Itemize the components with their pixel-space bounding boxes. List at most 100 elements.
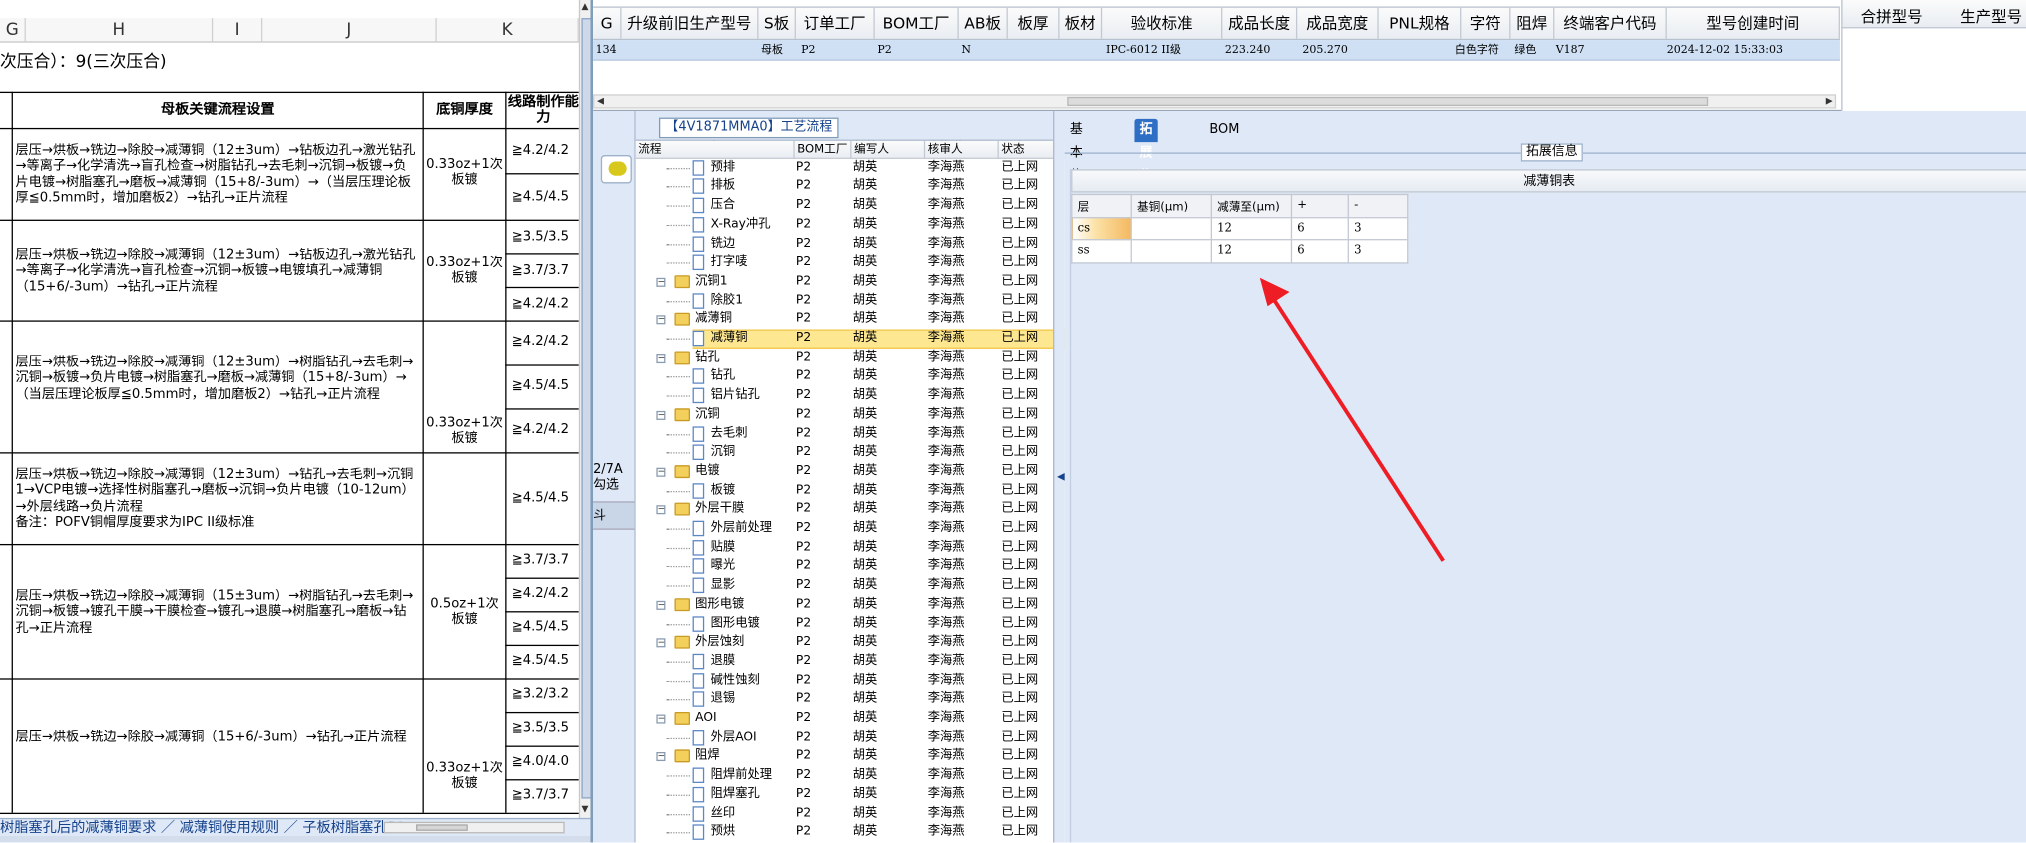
tree-row[interactable]: 压合 P2 胡英 李海燕 已上网 [636,197,1092,216]
base-copper-cell[interactable]: 0.33oz+1次板镀 [424,416,505,448]
grid-cell[interactable]: P2 [801,40,815,61]
table-cell[interactable] [1130,239,1212,263]
table-row[interactable]: cs 12 6 3 [1071,216,1409,241]
tree-row[interactable]: − 阻焊 P2 胡英 李海燕 已上网 [636,747,1092,766]
collapse-toggle-icon[interactable]: − [656,410,666,420]
tree-row[interactable]: 退膜 P2 胡英 李海燕 已上网 [636,652,1092,671]
collapse-toggle-icon[interactable]: − [656,505,666,515]
col-header-base-copper[interactable]: 基铜(μm) [1130,193,1212,218]
capability-cell[interactable]: ≧4.5/4.5 [512,620,583,636]
tree-row[interactable]: 显影 P2 胡英 李海燕 已上网 [636,576,1092,595]
grid-col-header[interactable]: 生产型号 [1960,5,2022,27]
comment-button[interactable] [600,155,632,184]
tree-row[interactable]: − 钻孔 P2 胡英 李海燕 已上网 [636,348,1092,367]
capability-cell[interactable]: ≧4.0/4.0 [512,755,583,771]
column-header-i[interactable]: I [213,18,263,43]
grid-row-selected[interactable]: 134 母板 P2 P2 N IPC-6012 II级 223.240 205.… [593,40,1840,61]
capability-cell[interactable]: ≧4.2/4.2 [512,423,583,439]
scrollbar-thumb[interactable] [1067,96,1709,106]
table-cell[interactable]: 6 [1290,239,1349,263]
tree-row[interactable]: 阻焊前处理 P2 胡英 李海燕 已上网 [636,766,1092,785]
table-cell[interactable]: 6 [1290,216,1349,241]
col-header-layer[interactable]: 层 [1071,193,1132,218]
collapse-toggle-icon[interactable]: − [656,714,666,724]
grid-cell[interactable]: 母板 [761,40,783,61]
capability-cell[interactable]: ≧3.7/3.7 [512,788,583,804]
tree-row[interactable]: 贴膜 P2 胡英 李海燕 已上网 [636,538,1092,557]
collapse-toggle-icon[interactable]: − [656,638,666,648]
tree-row[interactable]: 退锡 P2 胡英 李海燕 已上网 [636,690,1092,709]
col-header-minus[interactable]: - [1347,193,1409,218]
collapse-toggle-icon[interactable]: − [656,752,666,762]
tree-col-header[interactable]: 流程 [636,140,795,159]
base-copper-cell[interactable]: 0.33oz+1次板镀 [424,256,505,288]
tree-row[interactable]: 沉铜 P2 胡英 李海燕 已上网 [636,443,1092,462]
tree-row[interactable]: − 电镀 P2 胡英 李海燕 已上网 [636,462,1092,481]
collapse-toggle-icon[interactable]: − [656,600,666,610]
tree-row[interactable]: X-Ray冲孔 P2 胡英 李海燕 已上网 [636,216,1092,235]
column-header-j[interactable]: J [262,18,437,43]
tab-basic-info[interactable]: 基本信息 [1065,119,1088,207]
grid-cell[interactable]: 223.240 [1225,40,1270,61]
table-cell[interactable] [1130,216,1212,241]
grid-col-header[interactable]: BOM工厂 [875,7,959,39]
tree-col-header[interactable]: 核审人 [925,140,999,159]
flow-cell[interactable]: 层压→烘板→铣边→除胶→减薄铜（12±3um）→钻板边孔→激光钻孔→等离子→化学… [16,248,419,296]
grid-col-header[interactable]: 成品长度 [1222,7,1298,39]
tree-row[interactable]: 预排 P2 胡英 李海燕 已上网 [636,159,1092,178]
base-copper-cell[interactable]: 0.33oz+1次板镀 [424,158,505,190]
grid-cell[interactable]: V187 [1556,40,1585,61]
capability-cell[interactable]: ≧4.5/4.5 [512,491,583,507]
tree-row[interactable]: − AOI P2 胡英 李海燕 已上网 [636,709,1092,728]
select-label[interactable]: 2/7A 勾选 [593,463,634,494]
capability-cell[interactable]: ≧3.5/3.5 [512,721,583,737]
grid-col-header[interactable]: 验收标准 [1102,7,1223,39]
grid-col-header[interactable]: 升级前旧生产型号 [622,7,759,39]
tree-row[interactable]: 铣边 P2 胡英 李海燕 已上网 [636,235,1092,254]
grid-col-header[interactable]: 合拼型号 [1861,5,1923,27]
grid-col-header[interactable]: PNL规格 [1379,7,1462,39]
tree-row[interactable]: 铝片钻孔 P2 胡英 李海燕 已上网 [636,386,1092,405]
column-header-h[interactable]: H [26,18,214,43]
grid-col-header[interactable]: S板 [758,7,796,39]
tree-row[interactable]: 丝印 P2 胡英 李海燕 已上网 [636,804,1092,823]
grid-cell[interactable]: 134 [596,40,617,61]
col-header-plus[interactable]: + [1290,193,1349,218]
lamination-note[interactable]: 次压合）：9(三次压合) [0,52,569,75]
tree-row[interactable]: 预烘 P2 胡英 李海燕 已上网 [636,823,1092,842]
capability-cell[interactable]: ≧4.2/4.2 [512,143,583,159]
tree-row[interactable]: 曝光 P2 胡英 李海燕 已上网 [636,557,1092,576]
grid-cell[interactable]: IPC-6012 II级 [1106,40,1181,61]
base-copper-cell[interactable]: 0.33oz+1次板镀 [424,761,505,793]
capability-cell[interactable]: ≧3.2/3.2 [512,687,583,703]
capability-cell[interactable]: ≧3.7/3.7 [512,553,583,569]
header-key-flow[interactable]: 母板关键流程设置 [13,102,423,118]
flow-cell[interactable]: 层压→烘板→铣边→除胶→减薄铜（15±3um）→树脂钻孔→去毛刺→沉铜→板镀→镀… [16,589,419,637]
tree-row[interactable]: − 减薄铜 P2 胡英 李海燕 已上网 [636,310,1092,329]
material-label[interactable]: 斗 [593,501,635,530]
tree-row[interactable]: 去毛刺 P2 胡英 李海燕 已上网 [636,424,1092,443]
grid-col-header[interactable]: 订单工厂 [796,7,875,39]
collapse-toggle-icon[interactable]: − [656,353,666,363]
capability-cell[interactable]: ≧3.7/3.7 [512,264,583,280]
column-header-k[interactable]: K [437,18,579,43]
flow-cell[interactable]: 层压→烘板→铣边→除胶→减薄铜（15+6/-3um）→钻孔→正片流程 [16,730,419,746]
table-cell[interactable]: cs [1071,216,1132,241]
base-copper-cell[interactable]: 0.5oz+1次板镀 [424,597,505,629]
grid-col-header[interactable]: G [593,7,622,39]
tree-row[interactable]: 减薄铜 P2 胡英 李海燕 已上网 [636,329,1092,349]
flow-cell[interactable]: 层压→烘板→铣边→除胶→减薄铜（12±3um）→钻板边孔→激光钻孔→等离子→化学… [16,143,419,207]
collapse-toggle-icon[interactable]: − [656,315,666,325]
grid-cell[interactable]: 205.270 [1302,40,1347,61]
panel-splitter[interactable]: ◀ [1053,111,1065,843]
tree-row[interactable]: 阻焊塞孔 P2 胡英 李海燕 已上网 [636,785,1092,804]
grid-cell[interactable]: 白色字符 [1455,40,1499,61]
scroll-up-icon[interactable]: ▲ [581,1,588,11]
grid-col-header[interactable]: AB板 [959,7,1008,39]
column-header-g[interactable]: G [0,18,26,43]
scrollbar-thumb[interactable] [581,18,591,799]
grid-col-header[interactable]: 板厚 [1008,7,1060,39]
grid-col-header[interactable]: 板材 [1060,7,1103,39]
table-cell[interactable]: ss [1071,239,1132,263]
tab-extended-info[interactable]: 拓展信息 [1134,118,1158,207]
